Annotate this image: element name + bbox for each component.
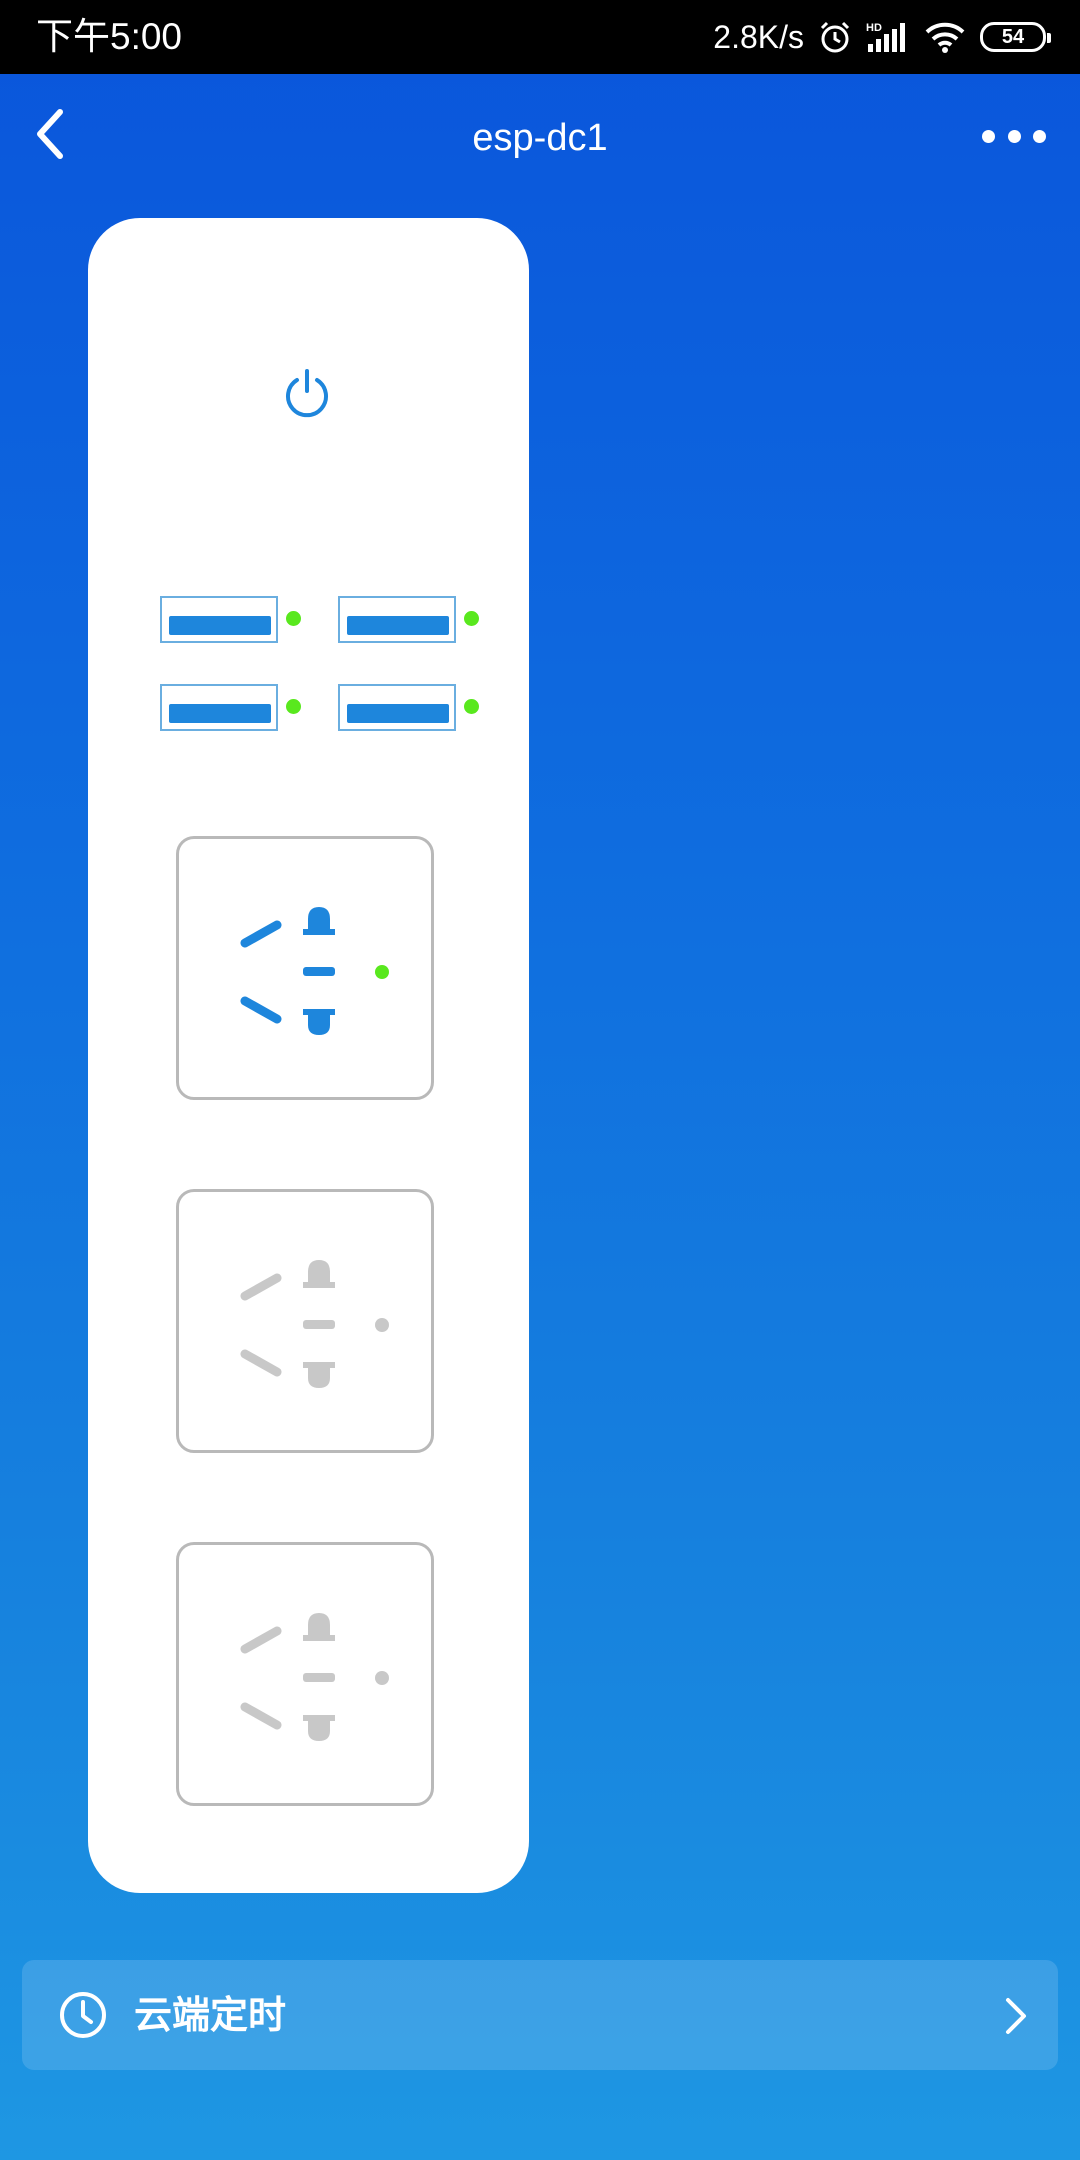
- usb-indicator-3: [286, 699, 301, 714]
- hd-signal-icon: HD: [866, 22, 905, 52]
- more-button[interactable]: [982, 118, 1046, 154]
- status-bar: 下午5:00 2.8K/s HD 54: [0, 0, 1080, 74]
- page-title: esp-dc1: [472, 117, 608, 159]
- usb-indicator-2: [464, 611, 479, 626]
- power-button[interactable]: [282, 367, 332, 419]
- more-dot: [982, 129, 995, 143]
- cloud-timer-label: 云端定时: [134, 1993, 287, 2037]
- outlet-socket-icon: [240, 1260, 389, 1388]
- outlet-3[interactable]: [176, 1542, 434, 1806]
- usb-port-4[interactable]: [338, 684, 456, 731]
- more-dot: [1007, 129, 1021, 143]
- outlet-indicator: [375, 965, 389, 979]
- wifi-icon: [925, 22, 965, 53]
- status-time: 下午5:00: [36, 16, 183, 57]
- outlet-socket-icon: [240, 907, 389, 1035]
- chevron-right-icon: [1006, 1998, 1026, 2034]
- alarm-icon: [820, 21, 850, 53]
- outlet-1[interactable]: [176, 836, 434, 1100]
- clock-icon: [60, 1992, 106, 2038]
- outlet-2[interactable]: [176, 1189, 434, 1453]
- svg-text:HD: HD: [866, 22, 882, 34]
- usb-port-slot: [169, 704, 271, 723]
- usb-port-2[interactable]: [338, 596, 456, 643]
- usb-indicator-4: [464, 699, 479, 714]
- battery-icon: 54: [980, 22, 1051, 52]
- usb-port-slot: [169, 616, 271, 635]
- outlet-socket-icon: [240, 1613, 389, 1741]
- usb-port-slot: [347, 616, 449, 635]
- status-icons: 2.8K/s HD 54: [713, 12, 1051, 62]
- power-icon: [286, 369, 328, 418]
- network-speed: 2.8K/s: [713, 18, 804, 55]
- usb-indicator-1: [286, 611, 301, 626]
- usb-port-1[interactable]: [160, 596, 278, 643]
- battery-level: 54: [1001, 25, 1025, 48]
- outlet-indicator: [375, 1318, 389, 1332]
- cloud-timer-row[interactable]: 云端定时: [22, 1960, 1058, 2070]
- usb-port-slot: [347, 704, 449, 723]
- more-dot: [1033, 129, 1046, 143]
- outlet-indicator: [375, 1671, 389, 1685]
- usb-port-3[interactable]: [160, 684, 278, 731]
